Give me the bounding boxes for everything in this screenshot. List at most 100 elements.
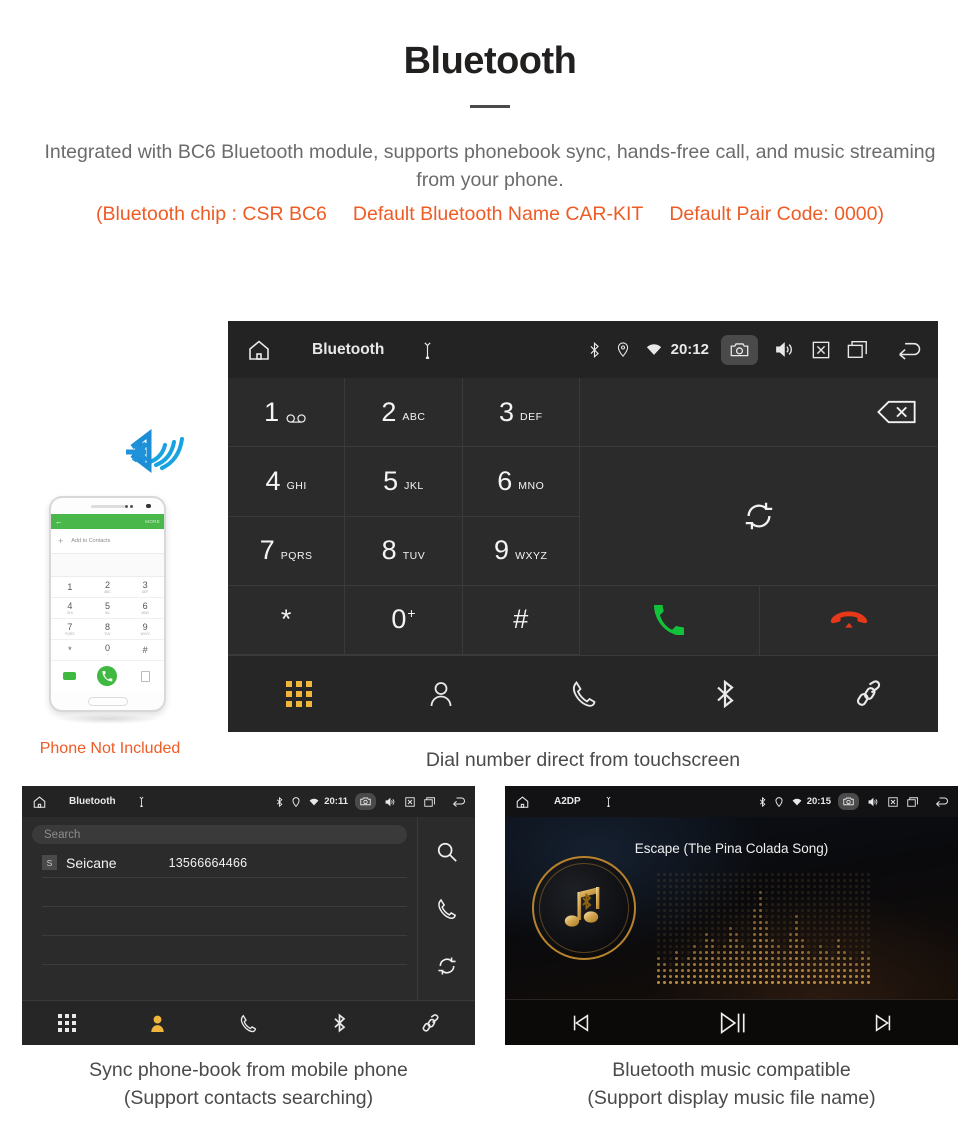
- backspace-icon[interactable]: [876, 399, 918, 425]
- equalizer-dot: [783, 879, 787, 883]
- nav-bluetooth[interactable]: [654, 679, 796, 709]
- back-icon[interactable]: [935, 796, 950, 807]
- equalizer-dot: [777, 909, 781, 913]
- equalizer-dot: [687, 897, 691, 901]
- equalizer-dot: [837, 927, 841, 931]
- nav-call-history[interactable]: [203, 1014, 294, 1033]
- equalizer-dot: [699, 981, 703, 985]
- music-note-bluetooth-icon: [555, 879, 613, 937]
- equalizer-dot: [681, 903, 685, 907]
- equalizer-dot: [693, 909, 697, 913]
- play-pause-button[interactable]: [656, 1010, 807, 1036]
- dial-key-8[interactable]: 8 TUV: [345, 516, 463, 586]
- nav-link[interactable]: [384, 1013, 475, 1033]
- dial-key-2[interactable]: 2 ABC: [345, 378, 463, 448]
- dial-key-7[interactable]: 7 PQRS: [228, 516, 346, 586]
- equalizer-dot: [747, 981, 751, 985]
- phone-key-digit: 7: [67, 621, 73, 632]
- number-display[interactable]: [580, 378, 938, 448]
- camera-icon[interactable]: [721, 334, 758, 365]
- dial-key-6[interactable]: 6 MNO: [462, 447, 580, 517]
- equalizer-dot: [777, 885, 781, 889]
- camera-icon[interactable]: [355, 793, 376, 810]
- nav-dialpad[interactable]: [22, 1014, 113, 1032]
- dial-key-4[interactable]: 4 GHI: [228, 447, 346, 517]
- status-time: 20:11: [324, 796, 348, 807]
- dial-key-*[interactable]: *: [228, 585, 346, 655]
- equalizer-dot: [807, 945, 811, 949]
- equalizer-dot: [765, 939, 769, 943]
- contact-name: Seicane: [66, 854, 117, 871]
- volume-icon[interactable]: [868, 797, 879, 807]
- equalizer-dot: [723, 903, 727, 907]
- close-icon[interactable]: [405, 796, 415, 807]
- usb-icon: [422, 341, 433, 359]
- equalizer-dot: [849, 885, 853, 889]
- equalizer-dot: [711, 909, 715, 913]
- equalizer-dot: [735, 957, 739, 961]
- dial-key-#[interactable]: #: [462, 585, 580, 655]
- home-icon[interactable]: [32, 795, 47, 809]
- equalizer-dot: [741, 885, 745, 889]
- equalizer-dot: [717, 915, 721, 919]
- dial-key-0[interactable]: 0 +: [345, 585, 463, 655]
- close-icon[interactable]: [888, 796, 898, 807]
- call-history-icon[interactable]: [436, 898, 457, 920]
- dial-key-3[interactable]: 3 DEF: [462, 378, 580, 448]
- equalizer-dot: [867, 951, 871, 955]
- equalizer-dot: [741, 975, 745, 979]
- next-track-button[interactable]: [807, 1012, 958, 1034]
- equalizer-dot: [801, 891, 805, 895]
- nav-contacts[interactable]: [113, 1014, 204, 1033]
- dial-key-9[interactable]: 9 WXYZ: [462, 516, 580, 586]
- home-icon[interactable]: [246, 338, 272, 362]
- recents-icon[interactable]: [424, 796, 436, 807]
- equalizer-dot: [843, 969, 847, 973]
- table-row[interactable]: S Seicane 13566664466: [42, 848, 407, 878]
- now-playing-stage: Escape (The Pina Colada Song): [505, 817, 958, 999]
- equalizer-dot: [669, 957, 673, 961]
- sync-icon[interactable]: [436, 955, 458, 977]
- back-icon[interactable]: [897, 340, 924, 360]
- equalizer-dot: [729, 969, 733, 973]
- answer-call-button[interactable]: [580, 585, 760, 655]
- equalizer-dot: [801, 951, 805, 955]
- nav-link[interactable]: [796, 680, 938, 708]
- previous-track-button[interactable]: [505, 1012, 656, 1034]
- phone-key-1: 1: [51, 577, 89, 598]
- nav-dialpad[interactable]: [228, 681, 370, 707]
- volume-icon[interactable]: [775, 341, 795, 358]
- nav-contacts[interactable]: [370, 680, 512, 708]
- equalizer-dot: [831, 945, 835, 949]
- equalizer-dot: [819, 897, 823, 901]
- equalizer-dot: [675, 903, 679, 907]
- equalizer-dot: [849, 981, 853, 985]
- equalizer-dot: [807, 933, 811, 937]
- equalizer-dot: [669, 921, 673, 925]
- equalizer-dot: [861, 969, 865, 973]
- camera-icon[interactable]: [838, 793, 859, 810]
- equalizer-dot: [705, 915, 709, 919]
- close-icon[interactable]: [812, 341, 830, 359]
- dial-key-digit: 5: [383, 465, 399, 496]
- dial-key-5[interactable]: 5 JKL: [345, 447, 463, 517]
- recents-icon[interactable]: [907, 796, 919, 807]
- nav-bluetooth[interactable]: [294, 1013, 385, 1033]
- sync-contacts-button[interactable]: [580, 447, 938, 586]
- equalizer-dot: [699, 897, 703, 901]
- hangup-call-button[interactable]: [760, 586, 939, 655]
- nav-call-history[interactable]: [512, 680, 654, 708]
- dial-key-1[interactable]: 1: [228, 378, 346, 448]
- equalizer-dot: [717, 927, 721, 931]
- dialpad-icon: [286, 681, 312, 707]
- volume-icon[interactable]: [385, 797, 396, 807]
- search-icon[interactable]: [436, 841, 458, 863]
- phone-key-5: 5 JKL: [88, 598, 127, 619]
- recents-icon[interactable]: [847, 340, 869, 359]
- back-icon[interactable]: [452, 796, 467, 807]
- equalizer-dot: [807, 975, 811, 979]
- home-icon[interactable]: [515, 795, 530, 809]
- page-title: Bluetooth: [403, 40, 577, 82]
- search-input[interactable]: Search: [32, 825, 407, 844]
- equalizer-dot: [669, 963, 673, 967]
